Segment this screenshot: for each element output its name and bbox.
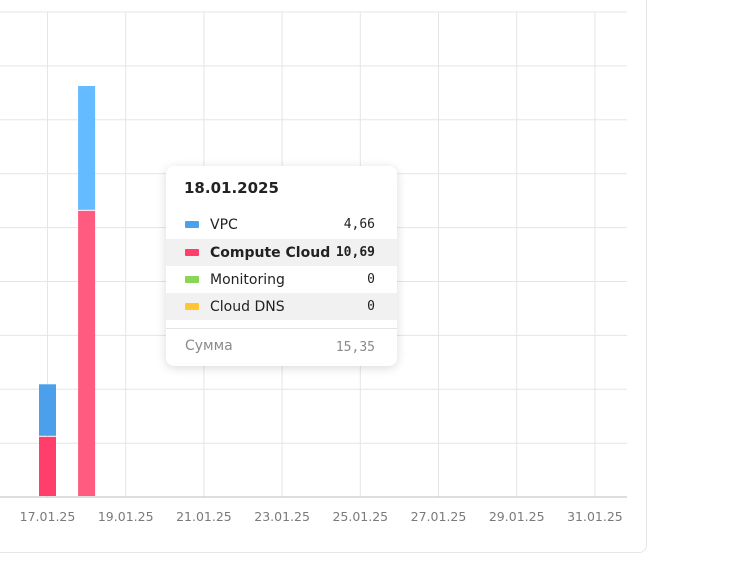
tooltip-series-value: 10,69 — [335, 245, 375, 260]
tooltip-sum-label: Сумма — [185, 338, 233, 354]
tooltip-series-value: 0 — [367, 272, 375, 287]
tooltip-row-vpc: VPC 4,66 — [166, 211, 397, 238]
bar-segment[interactable] — [39, 436, 56, 496]
x-tick-label: 29.01.25 — [489, 509, 545, 524]
x-tick-label: 19.01.25 — [98, 509, 154, 524]
tooltip-row-cloud-dns: Cloud DNS 0 — [166, 293, 397, 320]
tooltip-series-name: Compute Cloud — [210, 244, 331, 261]
tooltip-series-value: 0 — [367, 299, 375, 314]
bar-segment[interactable] — [78, 210, 96, 497]
x-tick-label: 31.01.25 — [567, 509, 623, 524]
legend-swatch-icon — [185, 276, 199, 283]
x-tick-label: 17.01.25 — [20, 509, 76, 524]
tooltip-sum-value: 15,35 — [335, 340, 375, 355]
tooltip-series-name: Cloud DNS — [210, 298, 285, 315]
tooltip-series-name: Monitoring — [210, 271, 285, 288]
bar-segment[interactable] — [78, 86, 96, 210]
x-axis-ticks: 17.01.25 19.01.25 21.01.25 23.01.25 25.01.25… — [20, 509, 623, 524]
tooltip-series-name: VPC — [210, 216, 238, 233]
legend-swatch-icon — [185, 249, 199, 256]
tooltip-row-monitoring: Monitoring 0 — [166, 266, 397, 293]
x-tick-label: 27.01.25 — [411, 509, 467, 524]
chart-tooltip: 18.01.2025 VPC 4,66 Compute Cloud 10,69 … — [166, 166, 397, 366]
legend-swatch-icon — [185, 221, 199, 228]
tooltip-date: 18.01.2025 — [184, 179, 279, 197]
x-tick-label: 21.01.25 — [176, 509, 232, 524]
tooltip-row-compute-cloud: Compute Cloud 10,69 — [166, 239, 397, 266]
x-tick-label: 25.01.25 — [332, 509, 388, 524]
tooltip-divider — [166, 328, 397, 329]
bar-segment[interactable] — [39, 384, 56, 436]
legend-swatch-icon — [185, 303, 199, 310]
tooltip-series-value: 4,66 — [343, 217, 375, 232]
x-tick-label: 23.01.25 — [254, 509, 310, 524]
